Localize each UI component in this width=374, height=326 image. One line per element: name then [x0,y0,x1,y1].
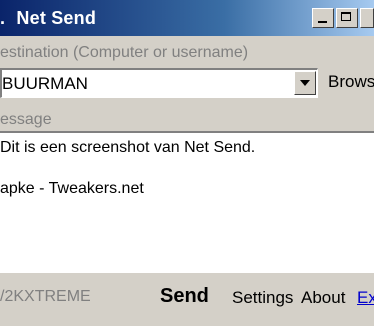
exit-link[interactable]: Ex [357,288,374,308]
window-title: . Net Send [0,8,96,29]
footer-brand: /2KXTREME [0,288,91,305]
title-bar[interactable]: . Net Send [0,0,374,36]
minimize-button[interactable] [312,8,334,28]
message-textarea[interactable]: Dit is een screenshot van Net Send. apke… [0,131,374,273]
destination-combobox[interactable]: BUURMAN [0,68,318,98]
send-button[interactable]: Send [160,285,209,308]
title-buttons [310,8,374,30]
message-line: apke - Tweakers.net [0,180,144,197]
settings-button[interactable]: Settings [232,288,293,308]
browse-button[interactable]: Browse [328,72,374,92]
title-label: Net Send [16,8,97,28]
about-button[interactable]: About [301,288,345,308]
net-send-window: . Net Send estination (Computer or usern… [0,0,374,326]
message-line: Dit is een screenshot van Net Send. [0,139,256,156]
destination-value: BUURMAN [2,74,88,93]
message-label: essage [0,111,52,128]
dropdown-arrow-icon[interactable] [294,71,316,95]
destination-label: estination (Computer or username) [0,44,249,61]
close-button[interactable] [360,8,374,28]
title-prefix: . [0,8,6,28]
maximize-button[interactable] [336,8,358,28]
